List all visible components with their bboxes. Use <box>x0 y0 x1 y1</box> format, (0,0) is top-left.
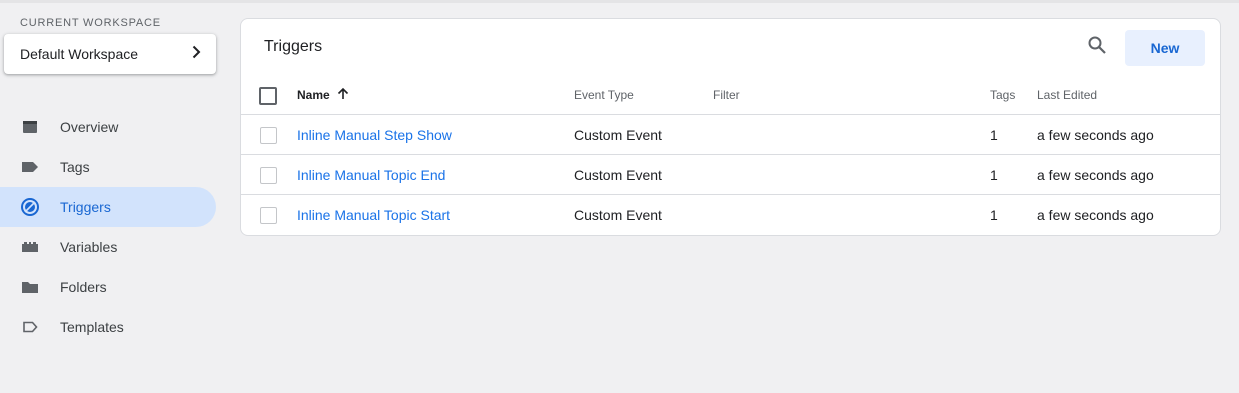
column-header-label: Name <box>297 88 330 102</box>
tags-count-cell: 1 <box>990 127 998 143</box>
sidebar-item-label: Templates <box>60 319 124 335</box>
folder-icon <box>20 277 40 297</box>
sidebar-item-overview[interactable]: Overview <box>0 107 216 147</box>
tag-icon <box>20 157 40 177</box>
table-row: Inline Manual Topic Start Custom Event 1… <box>241 195 1220 235</box>
column-header-name[interactable]: Name <box>297 75 350 115</box>
last-edited-cell: a few seconds ago <box>1037 127 1154 143</box>
sidebar-item-folders[interactable]: Folders <box>0 267 216 307</box>
table-header: Name Event Type Filter Tags Last Edited <box>241 75 1220 115</box>
overview-icon <box>20 117 40 137</box>
trigger-icon <box>20 197 40 217</box>
sidebar-item-triggers[interactable]: Triggers <box>0 187 216 227</box>
page-title: Triggers <box>264 38 323 55</box>
sidebar-item-tags[interactable]: Tags <box>0 147 216 187</box>
sidebar: CURRENT WORKSPACE Default Workspace Over… <box>0 0 230 393</box>
column-header-event-type[interactable]: Event Type <box>574 75 634 115</box>
sidebar-item-label: Overview <box>60 119 119 135</box>
triggers-card: Triggers New Name Event Type Filter Tags… <box>240 18 1221 236</box>
trigger-name-link[interactable]: Inline Manual Step Show <box>297 115 452 155</box>
variables-icon <box>20 237 40 257</box>
search-icon <box>1087 35 1107 60</box>
new-trigger-button[interactable]: New <box>1125 30 1205 66</box>
workspace-selector[interactable]: Default Workspace <box>4 34 216 74</box>
column-header-filter[interactable]: Filter <box>713 75 740 115</box>
event-type-cell: Custom Event <box>574 127 662 143</box>
workspace-section-label: CURRENT WORKSPACE <box>20 17 161 29</box>
select-all-checkbox[interactable] <box>259 87 277 105</box>
tags-count-cell: 1 <box>990 167 998 183</box>
template-icon <box>20 317 40 337</box>
tags-count-cell: 1 <box>990 207 998 223</box>
event-type-cell: Custom Event <box>574 167 662 183</box>
column-header-tags[interactable]: Tags <box>990 75 1015 115</box>
row-checkbox[interactable] <box>260 167 277 184</box>
chevron-right-icon <box>188 44 204 65</box>
sidebar-item-variables[interactable]: Variables <box>0 227 216 267</box>
sidebar-item-label: Tags <box>60 159 90 175</box>
sidebar-item-label: Folders <box>60 279 107 295</box>
last-edited-cell: a few seconds ago <box>1037 167 1154 183</box>
column-header-last-edited[interactable]: Last Edited <box>1037 75 1097 115</box>
trigger-name-link[interactable]: Inline Manual Topic End <box>297 155 445 195</box>
sidebar-item-templates[interactable]: Templates <box>0 307 216 347</box>
table-row: Inline Manual Step Show Custom Event 1 a… <box>241 115 1220 155</box>
trigger-name-link[interactable]: Inline Manual Topic Start <box>297 195 450 235</box>
row-checkbox[interactable] <box>260 127 277 144</box>
arrow-up-icon <box>330 87 350 104</box>
event-type-cell: Custom Event <box>574 207 662 223</box>
table-row: Inline Manual Topic End Custom Event 1 a… <box>241 155 1220 195</box>
row-checkbox[interactable] <box>260 207 277 224</box>
workspace-name: Default Workspace <box>20 46 139 62</box>
sidebar-item-label: Variables <box>60 239 118 255</box>
search-button[interactable] <box>1086 36 1108 58</box>
sidebar-nav: Overview Tags Triggers Variables Folders <box>0 107 230 347</box>
sidebar-item-label: Triggers <box>60 199 111 215</box>
last-edited-cell: a few seconds ago <box>1037 207 1154 223</box>
